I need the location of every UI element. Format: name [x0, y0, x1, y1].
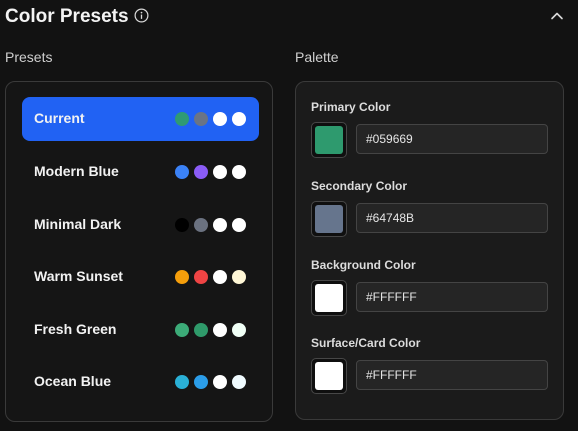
preset-name: Warm Sunset: [34, 268, 123, 284]
color-dot: [175, 323, 189, 337]
color-dot: [213, 270, 227, 284]
color-swatch: [315, 362, 343, 390]
color-dot: [213, 375, 227, 389]
chevron-up-icon[interactable]: [548, 7, 566, 25]
color-dot: [194, 112, 208, 126]
preset-swatches: [175, 218, 246, 232]
preset-name: Current: [34, 110, 85, 126]
color-dot: [194, 165, 208, 179]
section-header: Color Presets: [5, 5, 578, 31]
preset-item[interactable]: Minimal Dark: [22, 203, 259, 247]
color-dot: [232, 112, 246, 126]
color-dot: [175, 270, 189, 284]
preset-swatches: [175, 270, 246, 284]
color-dot: [213, 165, 227, 179]
preset-name: Modern Blue: [34, 163, 119, 179]
color-picker-button[interactable]: [311, 280, 347, 316]
color-picker-button[interactable]: [311, 122, 347, 158]
color-field-label: Primary Color: [311, 100, 391, 114]
preset-item[interactable]: Modern Blue: [22, 150, 259, 194]
color-field-label: Surface/Card Color: [311, 336, 421, 350]
palette-panel: Primary Color Secondary Color Background C…: [295, 81, 564, 420]
color-dot: [213, 323, 227, 337]
color-field-group: Background Color: [311, 258, 551, 318]
color-field-label: Secondary Color: [311, 179, 408, 193]
color-dot: [175, 165, 189, 179]
preset-swatches: [175, 112, 246, 126]
color-picker-button[interactable]: [311, 358, 347, 394]
color-dot: [232, 165, 246, 179]
color-swatch: [315, 126, 343, 154]
hex-input[interactable]: [356, 360, 548, 390]
color-swatch: [315, 205, 343, 233]
preset-swatches: [175, 323, 246, 337]
preset-item[interactable]: Ocean Blue: [22, 360, 259, 404]
hex-input[interactable]: [356, 282, 548, 312]
color-field-group: Primary Color: [311, 100, 551, 160]
color-dot: [194, 323, 208, 337]
color-picker-button[interactable]: [311, 201, 347, 237]
preset-item[interactable]: Warm Sunset: [22, 255, 259, 299]
color-dot: [194, 270, 208, 284]
preset-name: Ocean Blue: [34, 373, 112, 389]
preset-name: Fresh Green: [34, 321, 117, 337]
preset-item[interactable]: Fresh Green: [22, 308, 259, 352]
preset-swatches: [175, 375, 246, 389]
color-dot: [213, 112, 227, 126]
presets-label: Presets: [5, 49, 53, 65]
hex-input[interactable]: [356, 124, 548, 154]
preset-item[interactable]: Current: [22, 97, 259, 141]
color-dot: [194, 375, 208, 389]
color-swatch: [315, 284, 343, 312]
presets-panel: Current Modern Blue Minimal Dark Warm Sunse…: [5, 81, 273, 422]
color-dot: [232, 375, 246, 389]
color-field-group: Surface/Card Color: [311, 336, 551, 396]
preset-swatches: [175, 165, 246, 179]
color-dot: [213, 218, 227, 232]
hex-input[interactable]: [356, 203, 548, 233]
color-dot: [232, 270, 246, 284]
color-dot: [232, 323, 246, 337]
color-dot: [194, 218, 208, 232]
color-dot: [175, 218, 189, 232]
section-title: Color Presets: [5, 6, 129, 27]
palette-label: Palette: [295, 49, 339, 65]
color-dot: [175, 375, 189, 389]
info-icon[interactable]: [134, 8, 149, 23]
color-field-group: Secondary Color: [311, 179, 551, 239]
color-dot: [232, 218, 246, 232]
color-dot: [175, 112, 189, 126]
color-field-label: Background Color: [311, 258, 416, 272]
preset-name: Minimal Dark: [34, 216, 122, 232]
